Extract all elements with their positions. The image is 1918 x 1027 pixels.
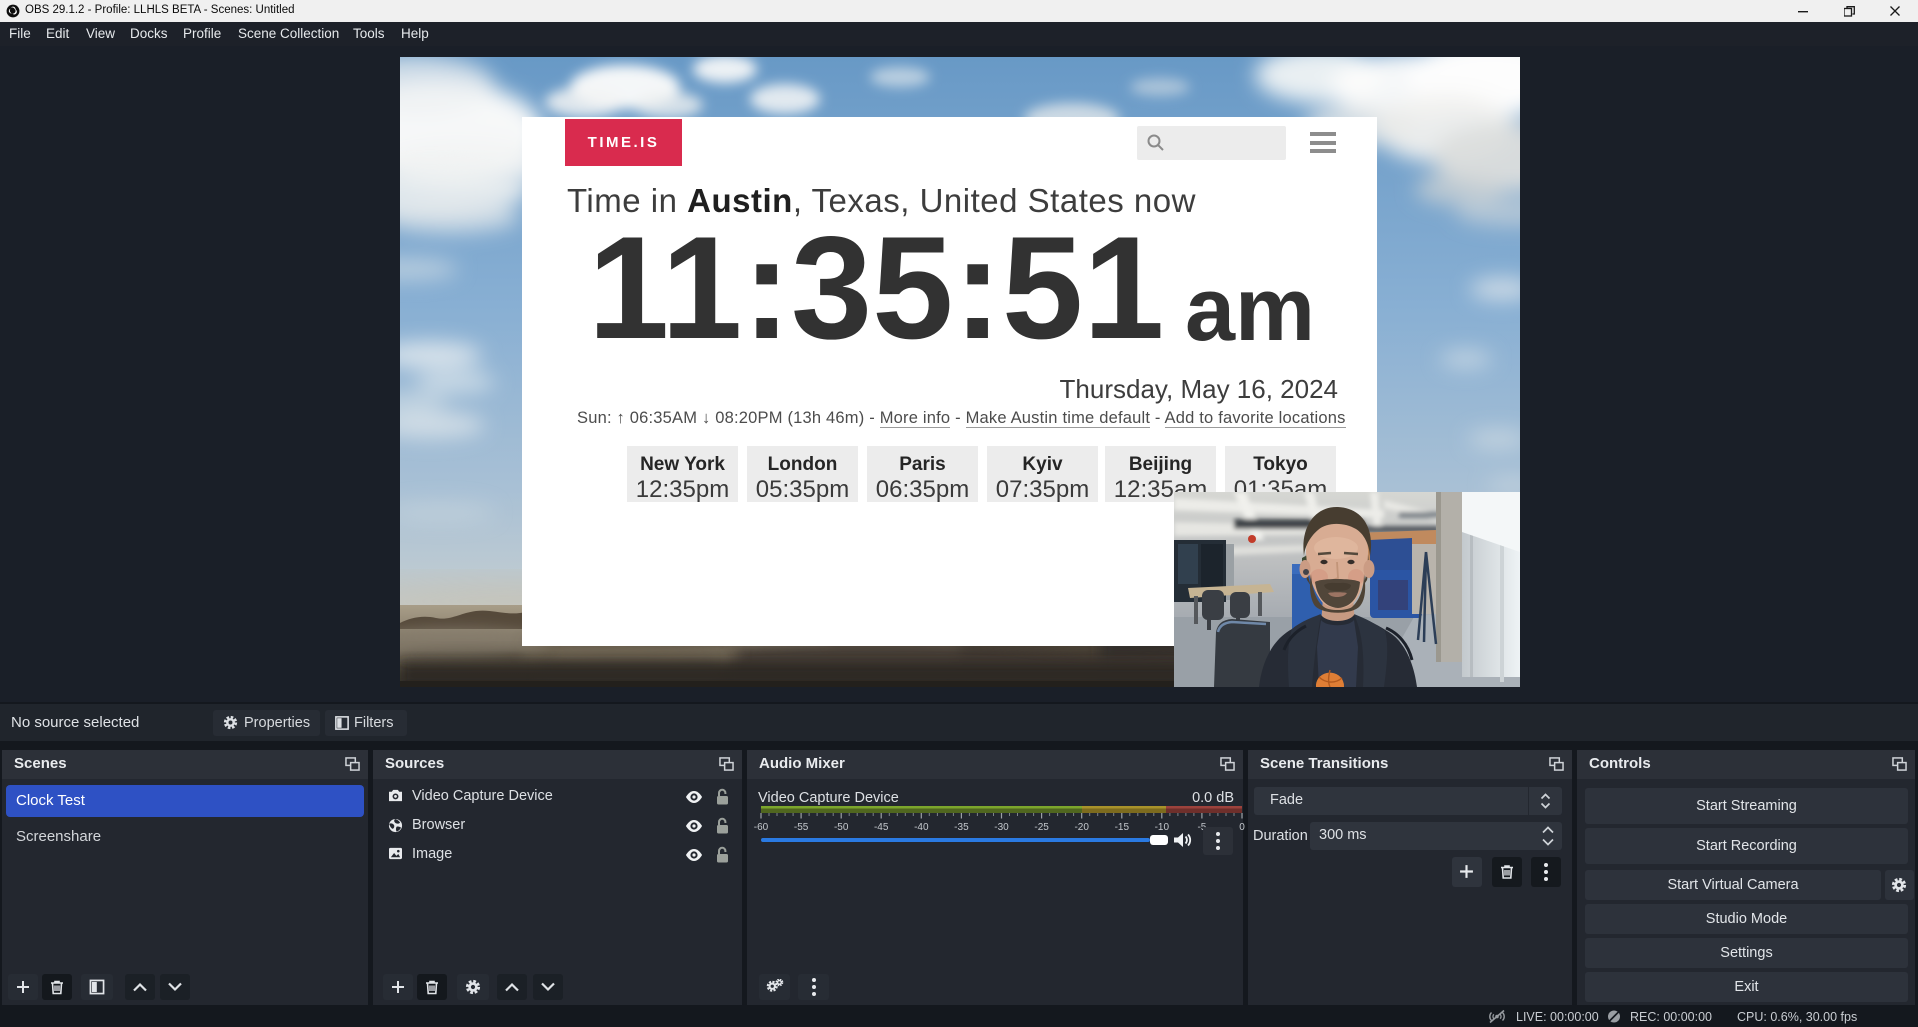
svg-text:0: 0: [1239, 822, 1245, 833]
svg-text:-25: -25: [1034, 822, 1049, 833]
svg-text:-30: -30: [994, 822, 1009, 833]
svg-text:-20: -20: [1074, 822, 1089, 833]
svg-text:-10: -10: [1155, 822, 1170, 833]
svg-text:-50: -50: [834, 822, 849, 833]
svg-text:-40: -40: [914, 822, 929, 833]
svg-text:-55: -55: [794, 822, 809, 833]
svg-text:-45: -45: [874, 822, 889, 833]
svg-text:-15: -15: [1115, 822, 1130, 833]
svg-text:-35: -35: [954, 822, 969, 833]
svg-text:-60: -60: [754, 822, 769, 833]
